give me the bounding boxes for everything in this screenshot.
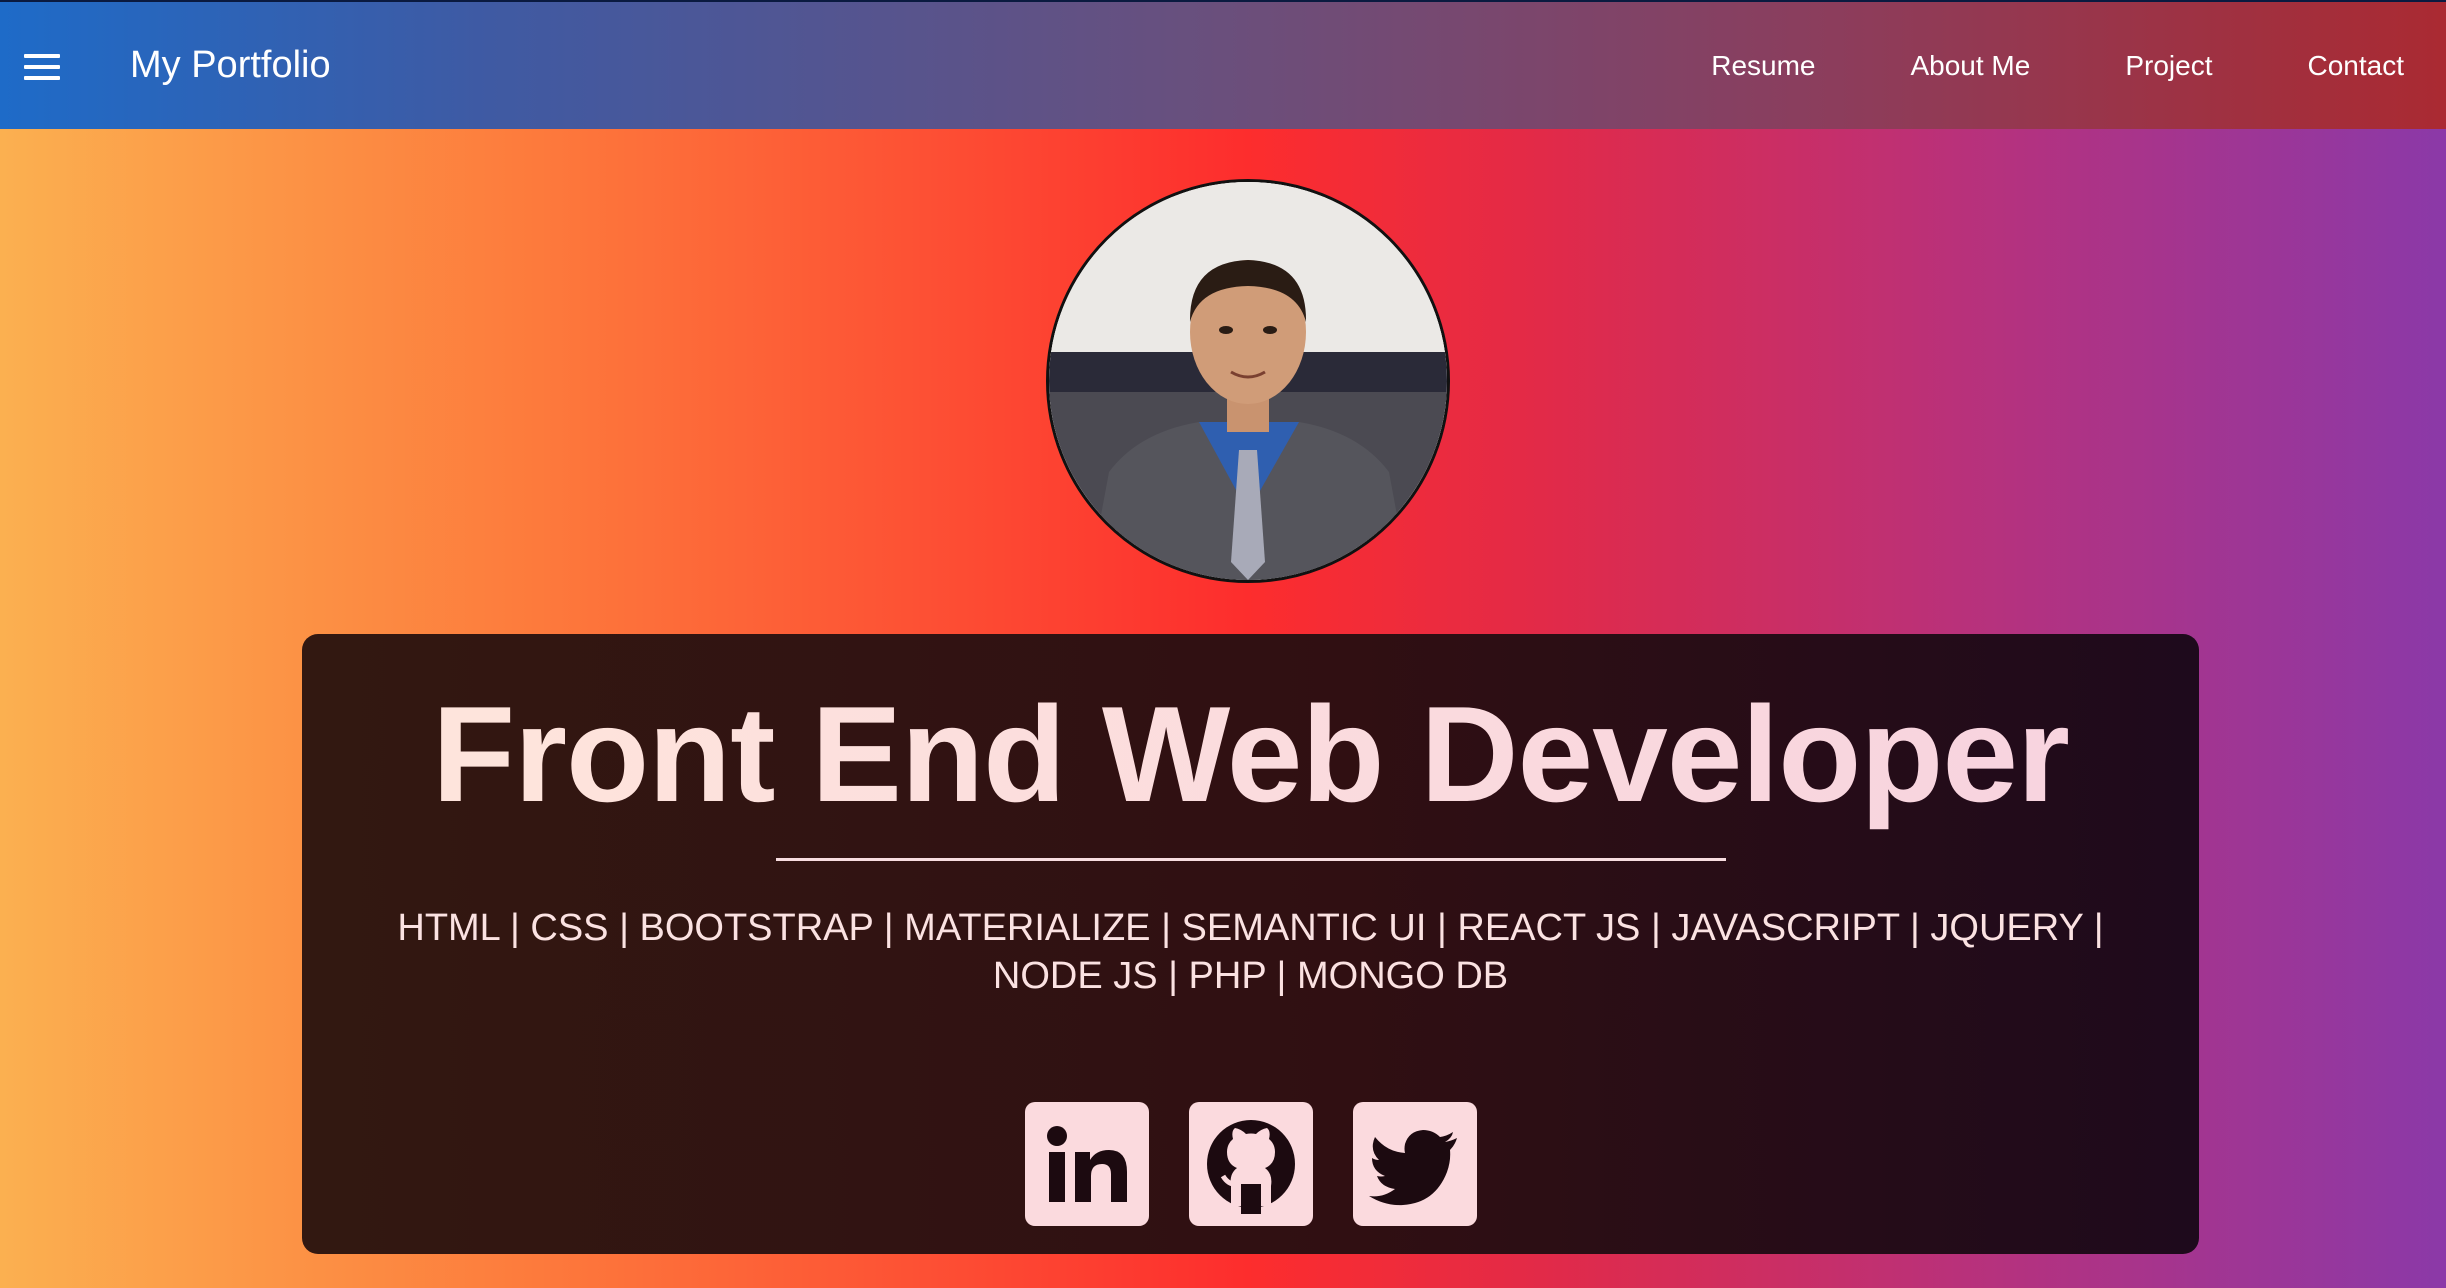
nav-link-project[interactable]: Project: [2125, 46, 2212, 86]
nav-link-contact[interactable]: Contact: [2308, 46, 2405, 86]
skills-list: HTML | CSS | BOOTSTRAP | MATERIALIZE | S…: [342, 904, 2159, 1000]
hero-title: Front End Web Developer: [302, 674, 2199, 834]
skills-line-1: HTML | CSS | BOOTSTRAP | MATERIALIZE | S…: [397, 907, 2104, 949]
nav-links: Resume About Me Project Contact: [1616, 46, 2404, 86]
nav-link-resume[interactable]: Resume: [1711, 46, 1815, 86]
linkedin-icon[interactable]: [1024, 1102, 1149, 1226]
divider: [776, 858, 1726, 861]
github-icon[interactable]: [1188, 1102, 1313, 1226]
social-links: [302, 1102, 2199, 1226]
menu-icon[interactable]: [24, 54, 60, 80]
navbar: My Portfolio Resume About Me Project Con…: [0, 0, 2446, 129]
brand-logo[interactable]: My Portfolio: [130, 40, 331, 90]
profile-photo: [1046, 179, 1450, 583]
hero-card: Front End Web Developer HTML | CSS | BOO…: [302, 634, 2199, 1254]
twitter-icon[interactable]: [1352, 1102, 1477, 1226]
nav-link-about-me[interactable]: About Me: [1910, 46, 2030, 86]
skills-line-2: NODE JS | PHP | MONGO DB: [992, 955, 1509, 997]
profile-photo-image: [1049, 182, 1447, 580]
